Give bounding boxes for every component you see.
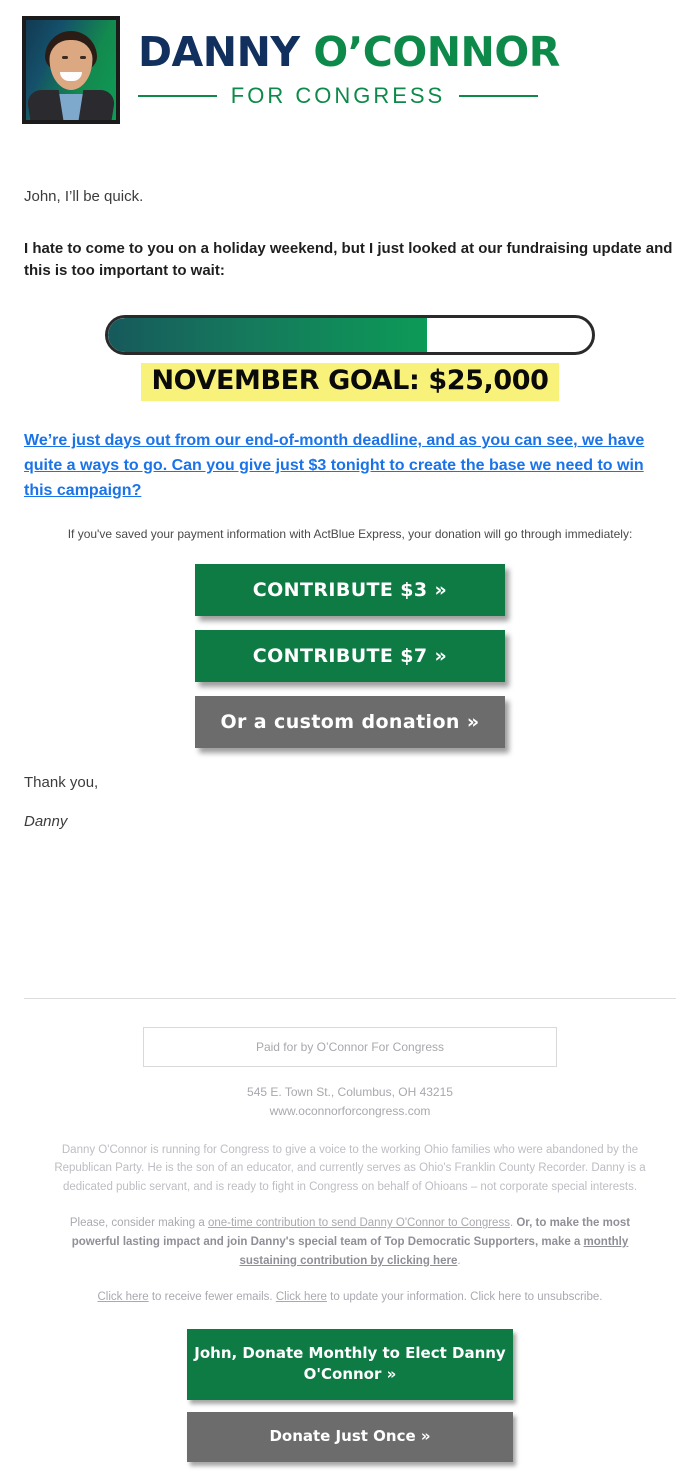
donation-button-group: CONTRIBUTE $3 » CONTRIBUTE $7 » Or a cus… xyxy=(24,564,676,749)
contribute-7-button[interactable]: CONTRIBUTE $7 » xyxy=(195,630,505,683)
goal-label: NOVEMBER GOAL: $25,000 xyxy=(151,364,549,396)
consider-contribution-text: Please, consider making a one-time contr… xyxy=(24,1214,676,1270)
website-url: www.oconnorforcongress.com xyxy=(269,1103,431,1118)
signoff-text: Thank you, xyxy=(24,774,99,792)
unsub-text-1: to receive fewer emails. xyxy=(148,1291,276,1304)
portrait-jacket-left xyxy=(26,90,64,120)
logo-name-line: DANNY O’CONNOR xyxy=(138,32,700,73)
portrait-jacket-right xyxy=(78,90,116,120)
portrait-eye-right xyxy=(80,56,86,59)
email-body: DANNY O’CONNOR FOR CONGRESS John, I’ll b… xyxy=(0,0,700,1462)
logo-rule-right xyxy=(459,95,538,97)
candidate-bio: Danny O'Connor is running for Congress t… xyxy=(54,1143,646,1193)
one-time-contribution-link[interactable]: one-time contribution to send Danny O'Co… xyxy=(208,1217,510,1229)
greeting-text: John, I’ll be quick. xyxy=(24,188,144,205)
fundraising-progress: NOVEMBER GOAL: $25,000 xyxy=(24,314,676,402)
primary-appeal-link[interactable]: We’re just days out from our end-of-mont… xyxy=(24,429,676,503)
footer-divider xyxy=(24,998,676,1000)
custom-donation-button[interactable]: Or a custom donation » xyxy=(195,696,505,749)
update-info-link[interactable]: Click here xyxy=(276,1291,327,1303)
consider-part-1: Please, consider making a xyxy=(69,1217,208,1230)
campaign-logo[interactable]: DANNY O’CONNOR FOR CONGRESS xyxy=(138,16,700,109)
progress-bar-track xyxy=(105,314,595,355)
email-footer: Paid for by O’Connor For Congress 545 E.… xyxy=(0,998,700,1462)
progress-bar-fill xyxy=(108,317,428,352)
donate-monthly-button[interactable]: John, Donate Monthly to Elect Danny O'Co… xyxy=(187,1328,513,1401)
lede-paragraph: I hate to come to you on a holiday weeke… xyxy=(24,239,673,280)
email-content: John, I’ll be quick. I hate to come to y… xyxy=(0,186,700,830)
signature-text: Danny xyxy=(24,813,68,831)
actblue-express-note: If you've saved your payment information… xyxy=(67,526,633,541)
logo-first-name: DANNY xyxy=(138,28,314,76)
logo-rule-left xyxy=(138,95,217,97)
contribute-3-button[interactable]: CONTRIBUTE $3 » xyxy=(195,564,505,617)
unsubscribe-line: Click here to receive fewer emails. Clic… xyxy=(24,1288,676,1306)
logo-last-name: O’CONNOR xyxy=(313,28,560,76)
portrait-eye-left xyxy=(62,56,68,59)
street-address: 545 E. Town St., Columbus, OH 43215 xyxy=(247,1085,453,1100)
candidate-photo xyxy=(22,16,120,124)
footer-button-group: John, Donate Monthly to Elect Danny O'Co… xyxy=(24,1328,676,1462)
paid-for-disclaimer-box: Paid for by O’Connor For Congress xyxy=(143,1027,557,1068)
logo-subtitle-row: FOR CONGRESS xyxy=(138,83,538,109)
footer-address-block: 545 E. Town St., Columbus, OH 43215 www.… xyxy=(24,1083,676,1120)
consider-part-3: . xyxy=(457,1254,461,1267)
donate-once-button[interactable]: Donate Just Once » xyxy=(187,1412,513,1462)
portrait-face xyxy=(49,40,93,90)
logo-subtitle: FOR CONGRESS xyxy=(230,83,446,108)
unsub-text-2: to update your information. Click here t… xyxy=(326,1291,603,1304)
goal-banner: NOVEMBER GOAL: $25,000 xyxy=(141,362,559,402)
fewer-emails-link[interactable]: Click here xyxy=(98,1291,149,1303)
email-header: DANNY O’CONNOR FOR CONGRESS xyxy=(0,0,700,124)
paid-for-text: Paid for by O’Connor For Congress xyxy=(255,1040,445,1055)
